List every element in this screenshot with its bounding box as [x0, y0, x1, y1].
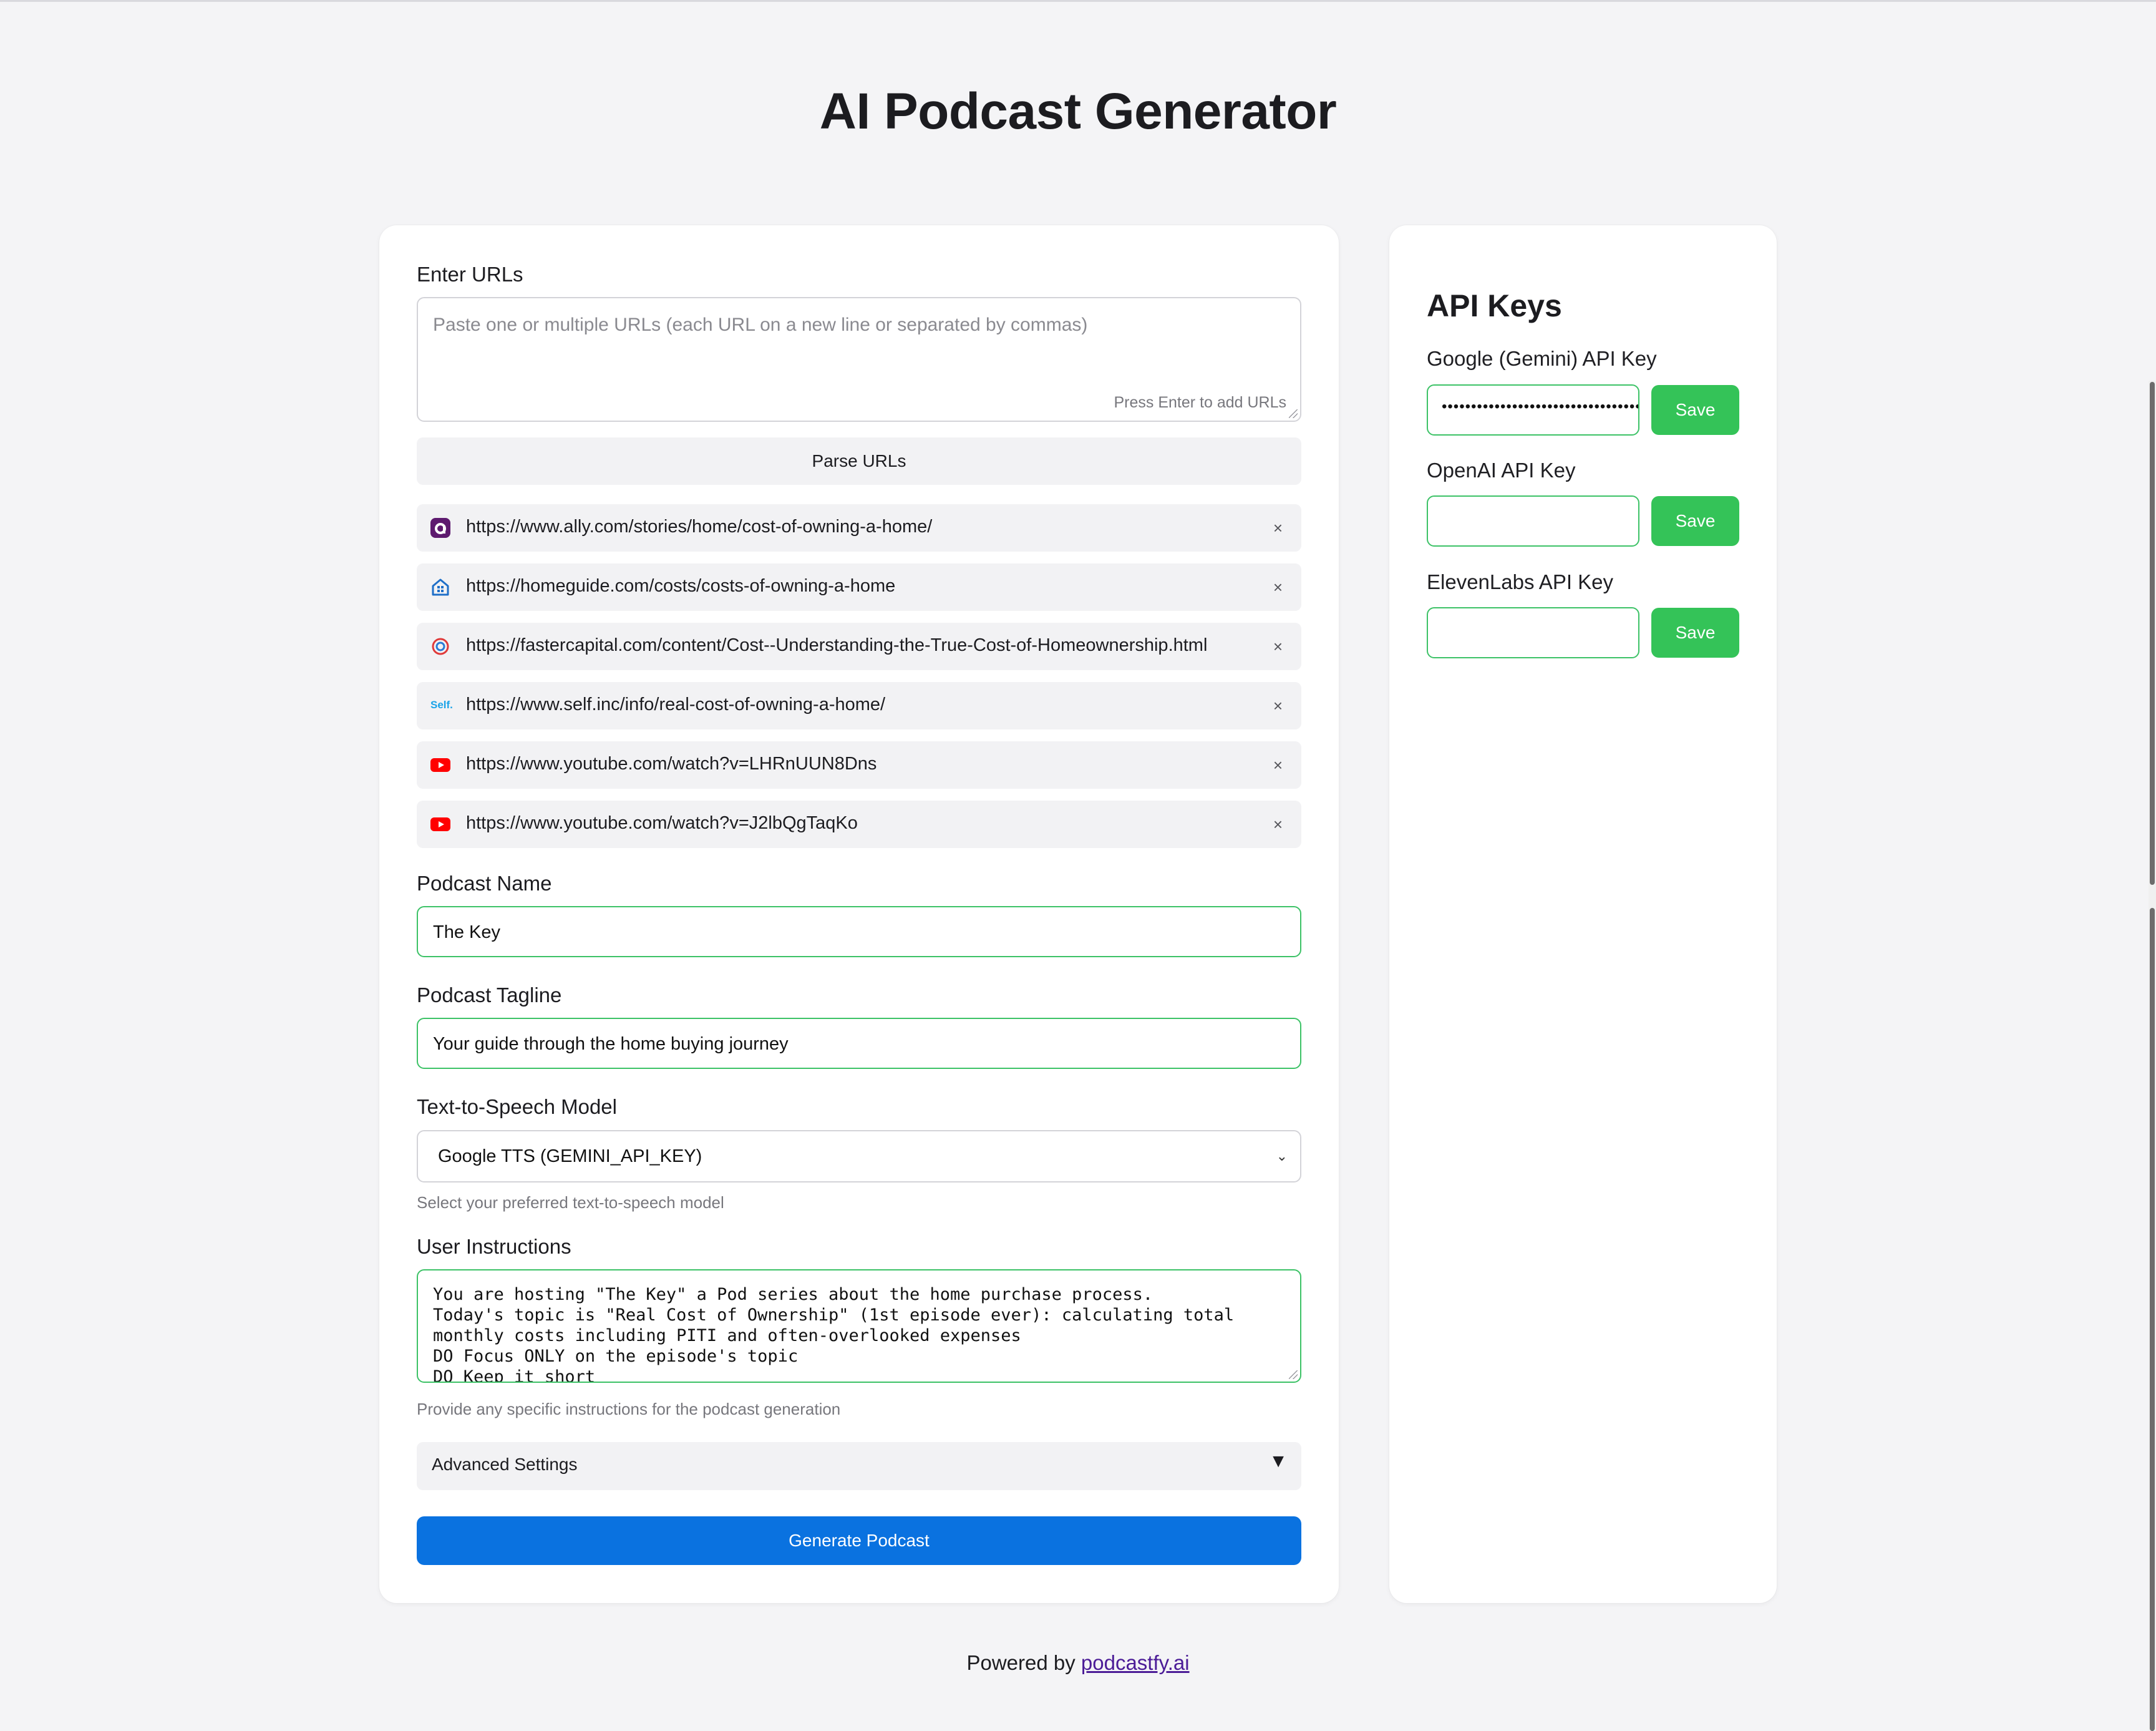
youtube-icon: [430, 817, 450, 831]
page-title: AI Podcast Generator: [819, 83, 1337, 140]
urls-label: Enter URLs: [417, 263, 523, 286]
openai-key-input[interactable]: [1427, 495, 1639, 547]
podcast-tagline-input[interactable]: Your guide through the home buying journ…: [417, 1018, 1301, 1069]
remove-url-button[interactable]: ×: [1273, 635, 1283, 658]
remove-url-button[interactable]: ×: [1273, 576, 1283, 598]
remove-url-button[interactable]: ×: [1273, 517, 1283, 539]
instruction-line: You are hosting "The Key" a Pod series a…: [433, 1285, 1153, 1304]
triangle-down-icon: ▼: [1269, 1451, 1288, 1471]
instruction-line: DO Keep it short: [433, 1367, 596, 1383]
podcast-tagline-label: Podcast Tagline: [417, 983, 562, 1007]
save-gemini-key-button[interactable]: Save: [1651, 385, 1739, 435]
url-text: https://www.ally.com/stories/home/cost-o…: [466, 517, 933, 537]
self-favicon-icon: Self.: [430, 699, 453, 711]
url-list-item: https://fastercapital.com/content/Cost--…: [417, 623, 1301, 670]
urls-textarea[interactable]: Paste one or multiple URLs (each URL on …: [417, 297, 1301, 422]
masked-key-value: ••••••••••••••••••••••••••••••••••••: [1442, 398, 1639, 415]
parse-urls-button[interactable]: Parse URLs: [417, 437, 1301, 485]
url-text: https://homeguide.com/costs/costs-of-own…: [466, 576, 896, 596]
user-instructions-hint: Provide any specific instructions for th…: [417, 1400, 841, 1418]
user-instructions-label: User Instructions: [417, 1235, 571, 1258]
remove-url-button[interactable]: ×: [1273, 813, 1283, 836]
podcastfy-link[interactable]: podcastfy.ai: [1081, 1651, 1190, 1674]
resize-handle-icon[interactable]: [1289, 1370, 1298, 1379]
tts-selected-value: Google TTS (GEMINI_API_KEY): [438, 1146, 702, 1166]
url-text: https://www.youtube.com/watch?v=J2lbQgTa…: [466, 813, 858, 833]
ally-favicon-icon: [430, 518, 450, 538]
save-elevenlabs-key-button[interactable]: Save: [1651, 608, 1739, 658]
save-openai-key-button[interactable]: Save: [1651, 496, 1739, 546]
generate-podcast-button[interactable]: Generate Podcast: [417, 1516, 1301, 1565]
urls-placeholder: Paste one or multiple URLs (each URL on …: [433, 315, 1088, 335]
elevenlabs-key-label: ElevenLabs API Key: [1427, 570, 1614, 593]
api-keys-title: API Keys: [1427, 288, 1562, 323]
instruction-line: monthly costs including PITI and often-o…: [433, 1326, 1021, 1345]
tts-model-label: Text-to-Speech Model: [417, 1095, 617, 1118]
podcast-name-input[interactable]: The Key: [417, 906, 1301, 957]
tts-model-select[interactable]: Google TTS (GEMINI_API_KEY) ⌄: [417, 1130, 1301, 1182]
resize-handle-icon[interactable]: [1289, 409, 1298, 418]
user-instructions-textarea[interactable]: You are hosting "The Key" a Pod series a…: [417, 1269, 1301, 1383]
homeguide-favicon-icon: [432, 578, 449, 596]
url-text: https://fastercapital.com/content/Cost--…: [466, 635, 1208, 655]
advanced-settings-toggle[interactable]: Advanced Settings ▼: [417, 1442, 1301, 1490]
url-list-item: https://www.youtube.com/watch?v=LHRnUUN8…: [417, 741, 1301, 789]
advanced-settings-label: Advanced Settings: [432, 1455, 578, 1474]
window-top-border: [0, 0, 2156, 2]
youtube-icon: [430, 758, 450, 772]
gemini-key-input[interactable]: ••••••••••••••••••••••••••••••••••••: [1427, 384, 1639, 436]
footer: Powered by podcastfy.ai: [0, 1651, 2156, 1675]
instruction-line: DO Focus ONLY on the episode's topic: [433, 1347, 799, 1366]
podcast-name-label: Podcast Name: [417, 872, 552, 895]
podcast-form-card: Enter URLs Paste one or multiple URLs (e…: [379, 225, 1339, 1603]
url-list-item: Self. https://www.self.inc/info/real-cos…: [417, 682, 1301, 729]
url-text: https://www.youtube.com/watch?v=LHRnUUN8…: [466, 754, 877, 774]
url-list-item: https://www.youtube.com/watch?v=J2lbQgTa…: [417, 801, 1301, 848]
url-text: https://www.self.inc/info/real-cost-of-o…: [466, 695, 886, 714]
scrollbar-thumb-secondary[interactable]: [2150, 908, 2155, 1731]
url-list-item: https://homeguide.com/costs/costs-of-own…: [417, 563, 1301, 611]
remove-url-button[interactable]: ×: [1273, 754, 1283, 776]
gemini-key-label: Google (Gemini) API Key: [1427, 347, 1657, 370]
elevenlabs-key-input[interactable]: [1427, 607, 1639, 658]
api-keys-card: API Keys Google (Gemini) API Key •••••••…: [1389, 225, 1777, 1603]
chevron-down-icon: ⌄: [1276, 1148, 1288, 1164]
footer-prefix: Powered by: [966, 1651, 1081, 1674]
scrollbar-thumb[interactable]: [2150, 382, 2155, 885]
remove-url-button[interactable]: ×: [1273, 695, 1283, 717]
openai-key-label: OpenAI API Key: [1427, 459, 1576, 482]
url-list-item: https://www.ally.com/stories/home/cost-o…: [417, 504, 1301, 552]
tts-model-hint: Select your preferred text-to-speech mod…: [417, 1193, 724, 1212]
urls-enter-hint: Press Enter to add URLs: [1114, 394, 1286, 411]
instruction-line: Today's topic is "Real Cost of Ownership…: [433, 1305, 1235, 1325]
fastercapital-favicon-icon: [432, 638, 449, 655]
